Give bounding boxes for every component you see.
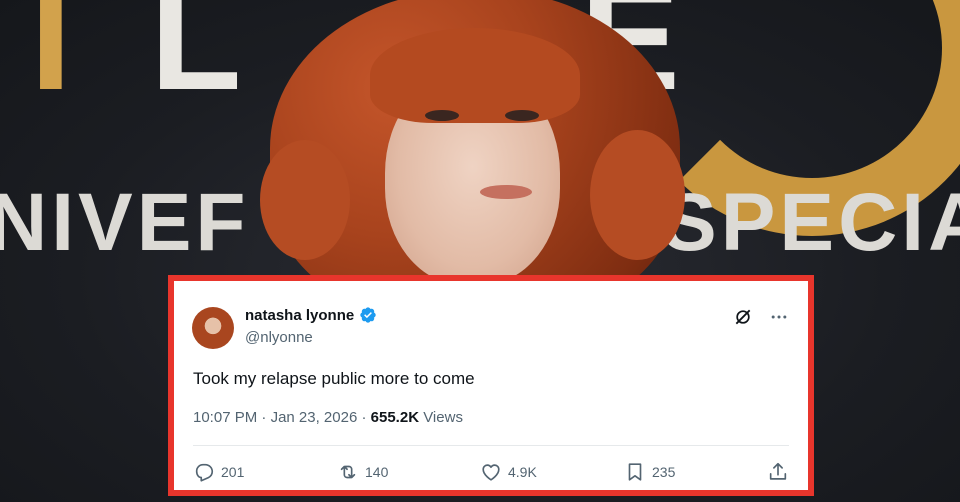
divider <box>193 445 789 446</box>
tweet-meta: 10:07 PM · Jan 23, 2026 · 655.2K Views <box>193 409 463 426</box>
reply-icon <box>195 463 214 482</box>
share-button[interactable] <box>767 461 789 483</box>
display-name[interactable]: natasha lyonne <box>245 307 354 324</box>
share-icon <box>769 462 787 480</box>
reply-button[interactable]: 201 <box>193 461 244 483</box>
retweet-icon <box>340 465 356 479</box>
avatar[interactable] <box>192 307 234 349</box>
author-row: natasha lyonne <box>245 306 377 324</box>
reply-count: 201 <box>221 464 245 480</box>
retweet-count: 140 <box>365 464 389 480</box>
backdrop-wordmark-right: SPECIA <box>662 177 960 268</box>
bangs <box>370 28 580 123</box>
tweet-top-actions <box>733 307 789 327</box>
eye <box>505 110 539 121</box>
backdrop-letter: L <box>150 0 248 121</box>
backdrop-wordmark-left: NIVEF <box>0 177 250 268</box>
eye <box>425 110 459 121</box>
bookmark-button[interactable]: 235 <box>624 461 675 483</box>
verified-badge-icon <box>360 307 376 323</box>
engagement-bar: 201 140 4.9K 235 <box>193 461 789 483</box>
tweet: natasha lyonne @nlyonne Took my relapse … <box>187 303 795 490</box>
bookmark-icon <box>628 463 642 481</box>
like-icon <box>482 464 500 481</box>
meta-separator: · <box>361 409 367 426</box>
hair-curl <box>260 140 350 260</box>
views-count: 655.2K <box>370 409 420 426</box>
like-count: 4.9K <box>508 464 537 480</box>
backdrop-letter: I <box>30 0 78 121</box>
views-label: Views <box>423 409 463 426</box>
hair-curl <box>590 130 685 260</box>
lips <box>480 185 532 199</box>
like-button[interactable]: 4.9K <box>480 461 537 483</box>
bookmark-count: 235 <box>652 464 676 480</box>
retweet-button[interactable]: 140 <box>337 461 388 483</box>
grok-icon[interactable] <box>733 307 753 327</box>
handle[interactable]: @nlyonne <box>245 329 313 346</box>
tweet-card: natasha lyonne @nlyonne Took my relapse … <box>168 275 814 496</box>
tweet-date[interactable]: Jan 23, 2026 <box>271 409 358 426</box>
tweet-text: Took my relapse public more to come <box>193 369 475 388</box>
tweet-time[interactable]: 10:07 PM <box>193 409 257 426</box>
more-icon[interactable] <box>769 307 789 327</box>
meta-separator: · <box>261 409 267 426</box>
